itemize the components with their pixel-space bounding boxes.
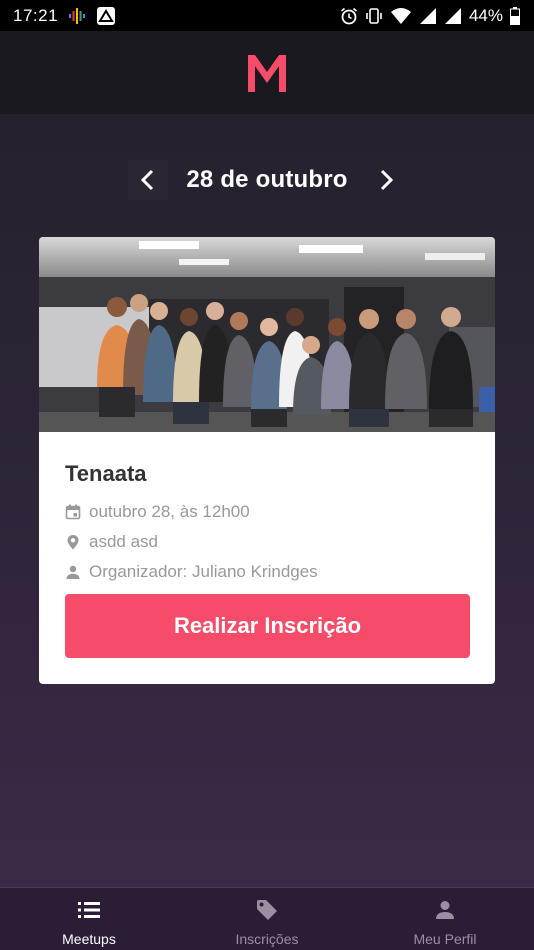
bottom-tab-bar: Meetups Inscrições Meu Perfil [0, 887, 534, 950]
battery-level: 44% [468, 5, 503, 25]
calendar-icon [65, 504, 81, 520]
alarm-icon [340, 7, 357, 24]
podcast-app-icon [69, 7, 86, 24]
person-icon [66, 565, 80, 579]
person-icon [436, 901, 454, 919]
vibrate-icon [366, 7, 382, 24]
meetup-title: Tenaata [65, 461, 147, 486]
meetup-date: outubro 28, às 12h00 [89, 502, 250, 521]
main-content: 28 de outubro Tenaata outubro 28, às 12h… [0, 114, 534, 887]
app-notification-icon [97, 6, 116, 25]
previous-day-button[interactable] [128, 160, 169, 200]
tab-inscricoes[interactable]: Inscrições [178, 888, 356, 950]
status-bar: 17:21 44% [0, 0, 534, 31]
meetup-organizer: Organizador: Juliano Krindges [89, 562, 318, 581]
chevron-right-icon [380, 169, 393, 191]
tab-label: Meu Perfil [413, 931, 477, 947]
meetup-location: asdd asd [89, 532, 158, 551]
date-navigator: 28 de outubro [0, 158, 534, 202]
meetup-card: Tenaata outubro 28, às 12h00 asdd asd Or… [39, 237, 495, 684]
meetapp-logo-icon [248, 54, 286, 92]
subscribe-button[interactable]: Realizar Inscrição [65, 594, 470, 658]
meetup-date-row: outubro 28, às 12h00 [65, 497, 469, 527]
tab-meu-perfil[interactable]: Meu Perfil [356, 888, 534, 950]
meetup-location-row: asdd asd [65, 527, 469, 557]
wifi-icon [390, 7, 411, 24]
meetup-details: Tenaata outubro 28, às 12h00 asdd asd Or… [39, 432, 495, 658]
location-pin-icon [67, 535, 79, 550]
meetup-organizer-row: Organizador: Juliano Krindges [65, 557, 469, 587]
tab-label: Meetups [62, 931, 116, 947]
selected-date: 28 de outubro [186, 166, 348, 193]
tag-icon [257, 900, 277, 920]
next-day-button[interactable] [366, 160, 406, 200]
chevron-left-icon [141, 169, 154, 191]
tab-meetups[interactable]: Meetups [0, 888, 178, 950]
meetup-banner-image [39, 237, 495, 432]
app-header [0, 31, 534, 114]
signal-icon [419, 7, 436, 24]
battery-icon [510, 6, 520, 25]
list-icon [78, 902, 100, 918]
signal-icon-2 [444, 7, 461, 24]
status-time: 17:21 [13, 5, 59, 25]
tab-label: Inscrições [235, 931, 299, 947]
